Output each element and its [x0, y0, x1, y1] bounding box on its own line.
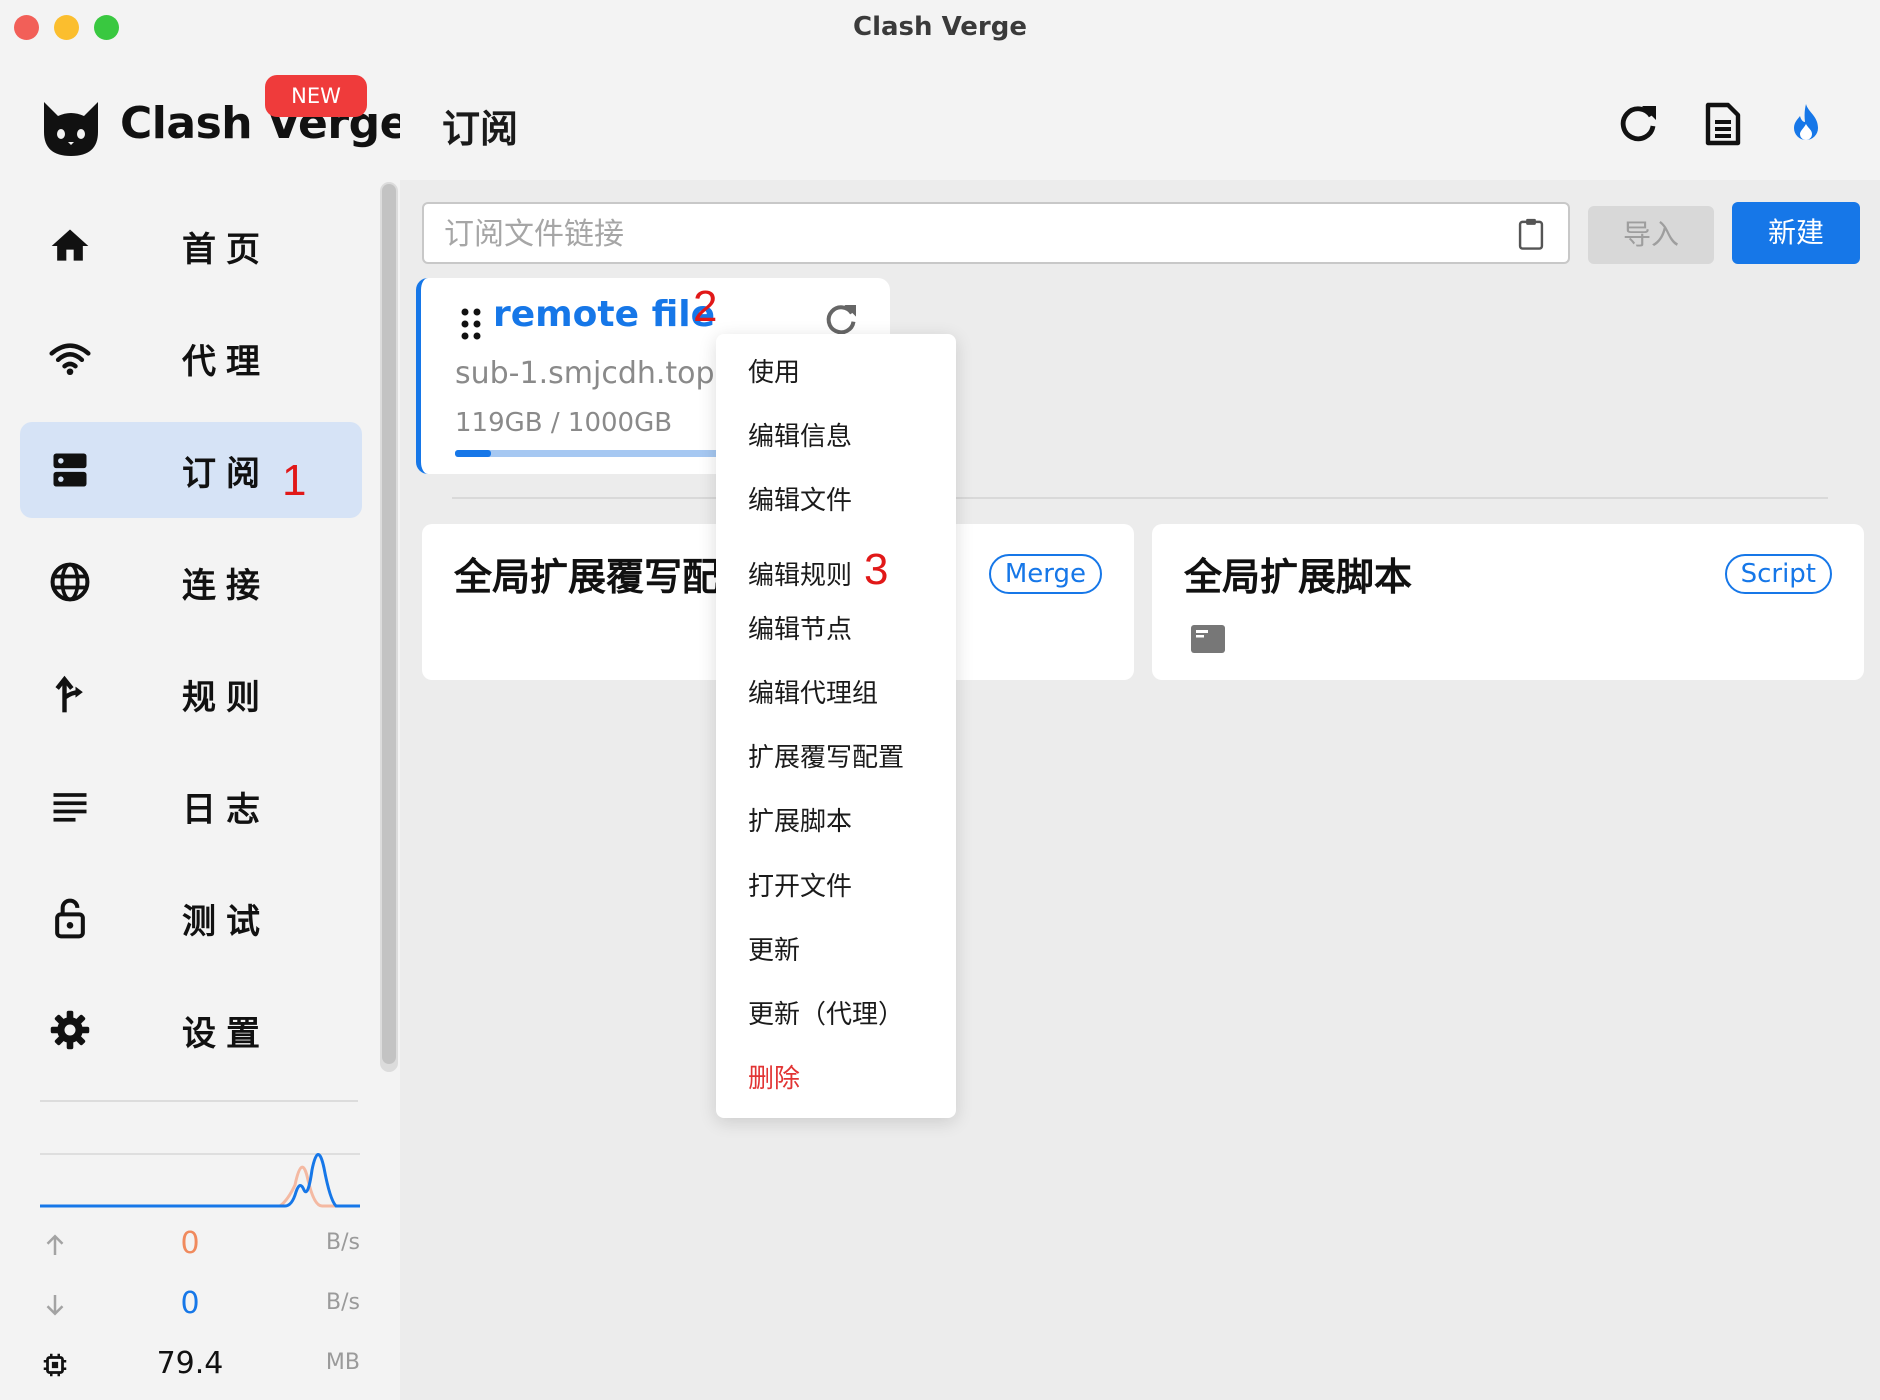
menu-item-edit-rules[interactable]: 编辑规则 3: [748, 545, 889, 595]
menu-item-label: 编辑代理组: [748, 679, 879, 709]
profile-context-menu: 使用编辑信息编辑文件编辑规则 3 编辑节点编辑代理组扩展覆写配置 扩展脚本打开文件更新…: [716, 334, 956, 1118]
gear-icon: [50, 1010, 90, 1050]
upload-stat: 0 B/s: [40, 1226, 360, 1266]
globe-icon: [50, 562, 90, 602]
download-speed-value: 0: [180, 1286, 200, 1321]
sidebar-item-label: 测试: [182, 902, 270, 942]
cat-logo-icon: [44, 102, 98, 156]
sidebar-item-rules[interactable]: 规则: [20, 646, 362, 742]
sidebar-scrollbar-thumb[interactable]: [382, 184, 396, 1064]
fire-icon[interactable]: [1782, 100, 1830, 148]
usage-progress-fill: [455, 450, 491, 457]
chip-icon: [43, 1353, 67, 1377]
title-bar: Clash Verge: [0, 0, 1880, 56]
ext-card-title: 全局扩展覆写配置: [454, 555, 759, 599]
ext-card-title: 全局扩展脚本: [1184, 555, 1413, 599]
merge-chip: Merge: [988, 554, 1102, 594]
sidebar-item-connections[interactable]: 连接: [20, 534, 362, 630]
global-script-card[interactable]: 全局扩展脚本 Script: [1152, 524, 1864, 680]
page-title: 订阅: [442, 107, 519, 151]
sidebar-item-label: 日志: [182, 790, 270, 830]
sidebar-item-label: 规则: [182, 678, 270, 718]
menu-item-ext-script[interactable]: 扩展脚本: [748, 801, 852, 838]
drag-handle-icon[interactable]: [459, 306, 483, 342]
window-title: Clash Verge: [853, 12, 1027, 42]
menu-item-use[interactable]: 使用: [748, 352, 800, 389]
file-icon[interactable]: [1190, 624, 1226, 654]
menu-item-update-via-proxy[interactable]: 更新（代理）: [748, 994, 904, 1031]
menu-item-label: 删除: [748, 1064, 801, 1095]
sidebar-divider: [40, 1100, 358, 1102]
menu-item-label: 编辑信息: [748, 422, 853, 453]
menu-item-label: 打开文件: [748, 871, 853, 902]
new-profile-button[interactable]: 新建: [1732, 202, 1860, 264]
sidebar-item-label: 设置: [182, 1014, 270, 1054]
menu-item-label: 扩展覆写配置: [748, 743, 905, 774]
storage-icon: [53, 453, 87, 487]
menu-item-label: 更新（代理）: [748, 1000, 905, 1030]
menu-item-ext-merge[interactable]: 扩展覆写配置: [748, 737, 904, 774]
menu-item-edit-proxy-groups[interactable]: 编辑代理组: [748, 673, 878, 710]
sidebar-item-proxy[interactable]: 代理: [20, 310, 362, 406]
refresh-icon[interactable]: [1614, 100, 1662, 148]
menu-item-edit-file[interactable]: 编辑文件: [748, 480, 852, 517]
step-marker: 3: [864, 544, 889, 594]
section-divider: [452, 497, 1828, 499]
arrow-down-icon: [46, 1295, 64, 1316]
upload-speed-value: 0: [180, 1226, 200, 1261]
profile-title: remote file: [493, 294, 716, 335]
menu-item-label: 更新: [748, 935, 801, 966]
sidebar-item-logs[interactable]: 日志: [20, 758, 362, 854]
sidebar-item-label: 首页: [182, 230, 270, 270]
menu-item-label: 扩展脚本: [748, 807, 853, 838]
step-marker: 2: [693, 282, 718, 331]
traffic-graph: [40, 1153, 360, 1208]
memory-value: 79.4: [156, 1346, 224, 1381]
lines-icon: [53, 793, 87, 822]
upload-speed-unit: B/s: [326, 1230, 360, 1255]
home-icon: [51, 229, 89, 261]
memory-unit: MB: [325, 1350, 360, 1375]
usage-progress-bar: [455, 450, 755, 457]
arrow-up-icon: [46, 1234, 64, 1255]
download-graph-line: [40, 1153, 360, 1208]
menu-item-edit-info[interactable]: 编辑信息: [748, 416, 852, 453]
profile-usage: 119GB / 1000GB: [455, 408, 673, 438]
menu-item-label: 编辑节点: [748, 614, 853, 645]
sidebar-item-home[interactable]: 首页: [20, 198, 362, 294]
step-marker: 1: [282, 456, 307, 505]
clipboard-icon[interactable]: [1516, 217, 1546, 251]
document-icon[interactable]: [1698, 100, 1746, 148]
menu-item-update[interactable]: 更新: [748, 930, 800, 967]
lock-icon: [55, 898, 85, 939]
menu-item-edit-nodes[interactable]: 编辑节点: [748, 609, 852, 646]
sidebar-item-label: 代理: [182, 342, 270, 382]
sidebar-item-test[interactable]: 测试: [20, 870, 362, 966]
menu-item-label: 使用: [748, 358, 801, 388]
fork-icon: [55, 675, 83, 713]
sidebar-item-profiles[interactable]: 订阅 1: [20, 422, 362, 518]
download-speed-unit: B/s: [326, 1290, 360, 1315]
memory-stat: 79.4 MB: [40, 1346, 360, 1386]
sidebar-item-settings[interactable]: 设置: [20, 982, 362, 1078]
sidebar-item-label: 连接: [182, 566, 270, 606]
sidebar-item-label: 订阅: [182, 454, 270, 494]
menu-item-label: 编辑规则: [748, 560, 853, 591]
wifi-icon: [49, 343, 91, 376]
new-badge: NEW: [265, 75, 367, 117]
subscription-url-field[interactable]: [422, 202, 1570, 264]
menu-item-delete[interactable]: 删除: [748, 1058, 800, 1095]
subscription-url-input[interactable]: [442, 212, 1506, 256]
download-stat: 0 B/s: [40, 1286, 360, 1326]
menu-item-label: 编辑文件: [748, 486, 853, 517]
import-button[interactable]: 导入: [1588, 206, 1714, 264]
menu-item-open-file[interactable]: 打开文件: [748, 866, 852, 903]
profile-url: sub-1.smjcdh.top: [455, 356, 715, 391]
script-chip: Script: [1724, 554, 1832, 594]
